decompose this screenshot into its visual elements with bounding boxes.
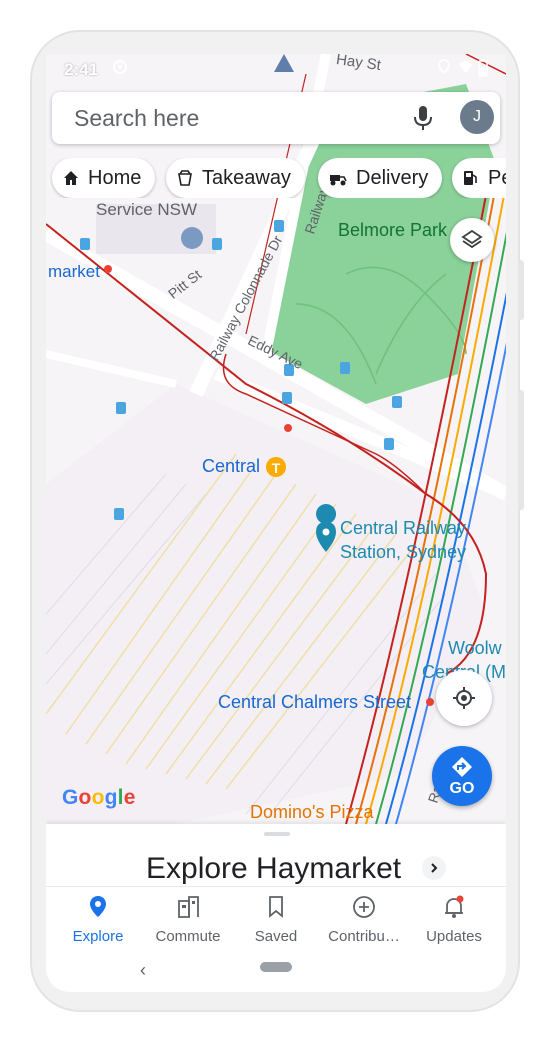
- layers-button[interactable]: [450, 218, 494, 262]
- chip-petrol-label: Pe: [488, 166, 506, 189]
- place-label-dominos[interactable]: Domino's Pizza: [250, 802, 373, 823]
- chip-delivery-label: Delivery: [356, 166, 429, 189]
- chip-delivery[interactable]: Delivery: [318, 158, 443, 198]
- explore-pin-icon: [90, 896, 106, 917]
- sheet-title[interactable]: Explore Haymarket: [146, 852, 401, 886]
- search-bar[interactable]: Search here J: [52, 92, 500, 144]
- chip-takeaway[interactable]: Takeaway: [166, 158, 305, 198]
- bookmark-icon: [269, 896, 283, 918]
- nav-explore[interactable]: Explore: [52, 895, 144, 945]
- nav-commute-label: Commute: [155, 928, 221, 945]
- phone-side-button: [518, 260, 524, 320]
- place-label-service-nsw[interactable]: Service NSW: [96, 200, 197, 220]
- microphone-icon[interactable]: [412, 105, 434, 131]
- nav-updates-label: Updates: [426, 928, 482, 945]
- back-arrow-icon[interactable]: ‹: [140, 960, 146, 981]
- phone-screen: T Hay St Service NSW Belmore Park market…: [46, 54, 506, 992]
- nav-explore-label: Explore: [72, 928, 124, 945]
- my-location-button[interactable]: [436, 670, 492, 726]
- phone-volume-button: [518, 390, 524, 510]
- sync-icon: [113, 60, 127, 74]
- directions-go-button[interactable]: GO: [432, 746, 492, 806]
- nav-saved[interactable]: Saved: [230, 895, 322, 945]
- my-location-icon: [453, 687, 475, 709]
- bottom-navigation: Explore Commute Saved Contribu… Updates: [46, 886, 506, 951]
- location-status-icon: [438, 59, 450, 75]
- google-logo: Google: [62, 786, 136, 809]
- sheet-drag-handle[interactable]: [264, 832, 290, 836]
- nav-contribute-label: Contribu…: [328, 928, 400, 945]
- account-avatar[interactable]: J: [460, 100, 494, 134]
- chip-takeaway-label: Takeaway: [202, 166, 291, 189]
- home-icon: [64, 171, 78, 185]
- system-navigation-bar: ‹: [46, 950, 506, 992]
- status-bar: 2:41: [46, 54, 506, 88]
- wifi-icon: [459, 61, 473, 73]
- transit-label-central[interactable]: Central: [202, 456, 260, 477]
- bell-icon: [445, 895, 464, 918]
- chip-petrol[interactable]: Pe: [452, 158, 506, 198]
- layers-icon: [461, 229, 483, 249]
- category-chips: Home Takeaway Delivery Pe: [50, 158, 506, 198]
- place-label-haymarket[interactable]: market: [48, 262, 100, 282]
- nav-saved-label: Saved: [254, 928, 298, 945]
- delivery-icon: [330, 175, 347, 186]
- nav-updates[interactable]: Updates: [408, 895, 500, 945]
- transit-label-central-chalmers[interactable]: Central Chalmers Street: [218, 692, 411, 713]
- home-pill[interactable]: [260, 962, 292, 972]
- chip-home[interactable]: Home: [52, 158, 156, 198]
- commute-icon: [178, 896, 199, 918]
- nav-contribute[interactable]: Contribu…: [318, 895, 410, 945]
- gas-station-icon: [464, 171, 477, 185]
- place-label-central-station-line1[interactable]: Central Railway: [340, 518, 466, 539]
- chip-home-label: Home: [88, 166, 142, 189]
- search-input[interactable]: Search here: [74, 105, 199, 132]
- directions-icon: [452, 757, 472, 777]
- status-time: 2:41: [64, 60, 99, 79]
- nav-commute[interactable]: Commute: [142, 895, 234, 945]
- takeaway-icon: [178, 170, 192, 186]
- place-label-woolworths-line1[interactable]: Woolw: [448, 638, 502, 659]
- explore-bottom-sheet[interactable]: Explore Haymarket: [46, 824, 506, 886]
- go-label: GO: [449, 780, 475, 797]
- svg-text:T: T: [272, 460, 281, 476]
- chevron-right-icon[interactable]: [422, 856, 446, 880]
- add-circle-icon: [353, 896, 375, 918]
- place-label-belmore-park[interactable]: Belmore Park: [338, 220, 447, 241]
- place-label-central-station-line2[interactable]: Station, Sydney: [340, 542, 466, 563]
- battery-icon: [478, 59, 488, 77]
